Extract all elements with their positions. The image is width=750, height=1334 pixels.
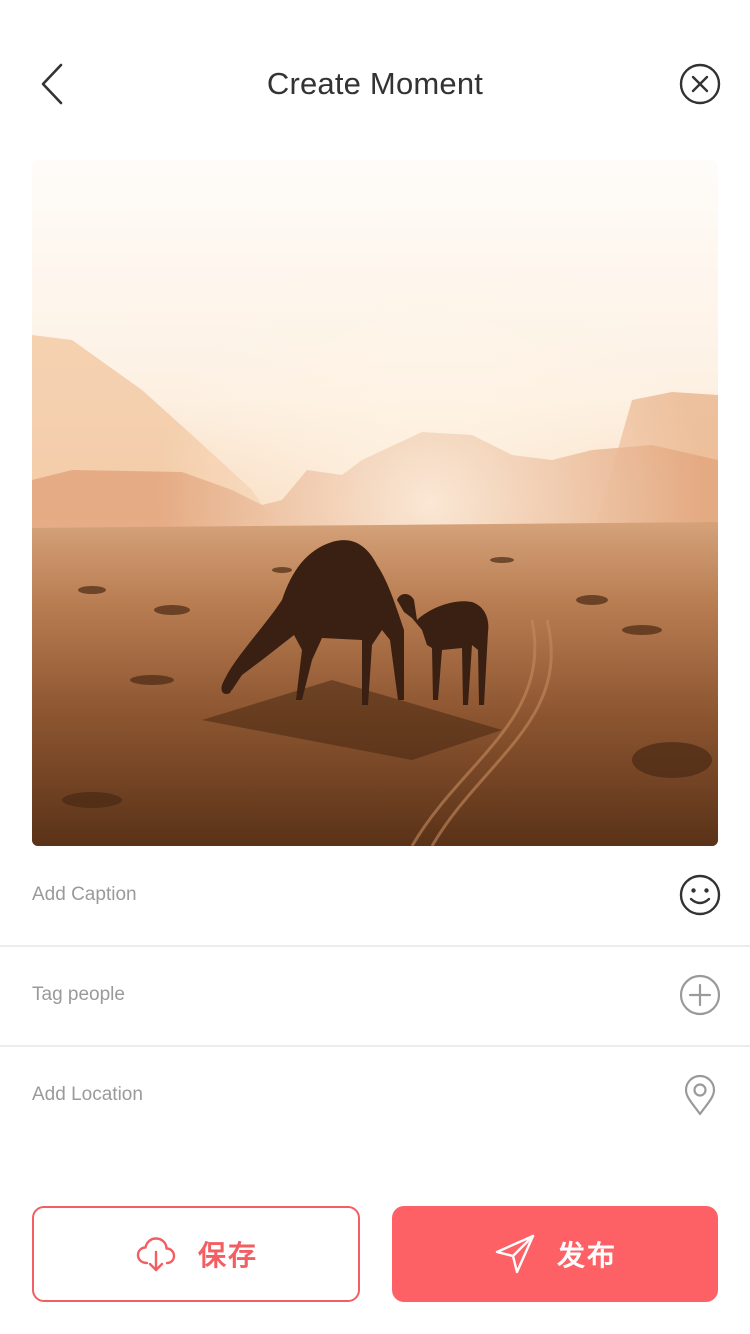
- add-circle-icon: [679, 974, 721, 1016]
- desert-camel-image: [32, 160, 718, 846]
- location-label: Add Location: [32, 1084, 143, 1105]
- save-button[interactable]: 保存: [32, 1206, 360, 1302]
- caption-input[interactable]: Add Caption: [32, 884, 137, 906]
- save-label: 保存: [197, 1240, 258, 1271]
- create-moment-screen: Create Moment Add Caption Tag people Add…: [0, 0, 750, 1334]
- add-tag-button[interactable]: [678, 973, 722, 1017]
- close-button[interactable]: [678, 62, 722, 106]
- location-pin-icon: [684, 1074, 716, 1116]
- emoji-smile-icon: [679, 874, 721, 916]
- publish-label: 发布: [556, 1240, 617, 1271]
- tag-people-row[interactable]: Tag people: [0, 945, 750, 1047]
- location-button[interactable]: [678, 1073, 722, 1117]
- emoji-button[interactable]: [678, 873, 722, 917]
- close-circle-icon: [679, 63, 721, 105]
- location-row[interactable]: Add Location: [0, 1045, 750, 1145]
- publish-button[interactable]: 发布: [392, 1206, 718, 1302]
- page-title: Create Moment: [266, 66, 484, 101]
- cloud-download-icon: [136, 1237, 176, 1272]
- header: Create Moment: [0, 40, 750, 130]
- send-icon: [495, 1234, 535, 1274]
- moment-photo[interactable]: [32, 160, 718, 846]
- caption-row[interactable]: Add Caption: [0, 845, 750, 947]
- tag-people-label: Tag people: [32, 984, 125, 1005]
